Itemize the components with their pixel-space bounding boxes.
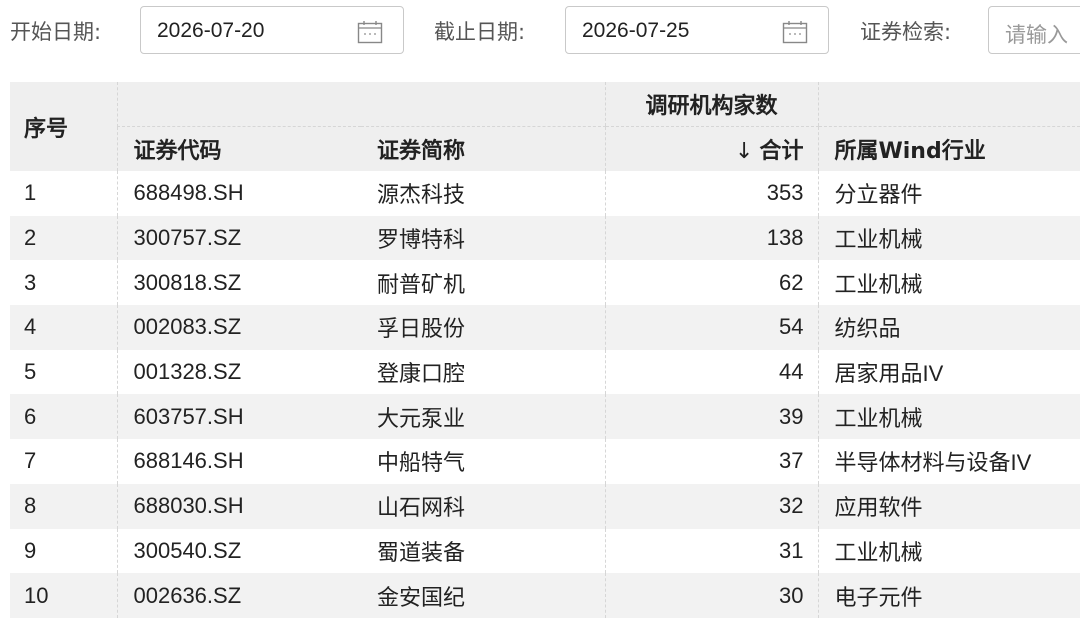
column-header-index[interactable]: 序号 (10, 82, 117, 171)
table-row[interactable]: 5 001328.SZ 登康口腔 44 居家用品IV (10, 349, 1080, 395)
institution-count: 62 (604, 260, 818, 306)
table-row[interactable]: 2 300757.SZ 罗博特科 138 工业机械 (10, 215, 1080, 261)
start-date-field[interactable]: 2026-07-20 (140, 6, 404, 54)
wind-industry: 工业机械 (817, 215, 1080, 261)
sort-desc-icon[interactable]: ↓ (735, 139, 753, 164)
security-name: 罗博特科 (361, 215, 605, 261)
row-index: 6 (10, 394, 117, 440)
row-index: 9 (24, 537, 37, 563)
security-name: 蜀道装备 (377, 539, 466, 565)
security-search-input[interactable]: 请输入 (988, 6, 1080, 54)
row-index: 10 (10, 573, 117, 618)
security-code: 002636.SZ (116, 573, 361, 618)
wind-industry: 居家用品IV (817, 349, 1080, 395)
institution-count: 39 (604, 394, 818, 440)
row-index: 1 (24, 180, 37, 206)
filter-bar: 开始日期: 2026-07-20 截止日期: 2026-07-25 证券检索: … (0, 0, 1080, 64)
end-date-label: 截止日期: (434, 20, 526, 44)
table-row[interactable]: 1 688498.SH 源杰科技 353 分立器件 (10, 171, 1080, 216)
table-row[interactable]: 9 300540.SZ 蜀道装备 31 工业机械 (10, 528, 1080, 574)
security-name: 山石网科 (361, 483, 605, 529)
security-code: 300757.SZ (116, 215, 361, 261)
row-index: 8 (10, 483, 117, 529)
security-name: 耐普矿机 (377, 271, 466, 297)
row-index: 2 (10, 215, 117, 261)
column-group-institutions: 调研机构家数 (604, 82, 818, 127)
security-code: 688146.SH (116, 439, 361, 484)
table-row[interactable]: 7 688146.SH 中船特气 37 半导体材料与设备IV (10, 439, 1080, 484)
security-name: 中船特气 (377, 450, 466, 476)
security-name: 大元泵业 (361, 394, 605, 440)
security-name: 源杰科技 (377, 182, 466, 208)
wind-industry: 纺织品 (817, 305, 1080, 350)
row-index: 5 (24, 359, 37, 385)
security-name: 孚日股份 (361, 305, 605, 350)
search-placeholder: 请输入 (1005, 23, 1068, 47)
column-header-total[interactable]: ↓ 合计 (604, 126, 818, 171)
security-name: 登康口腔 (377, 361, 466, 387)
search-label: 证券检索: (860, 20, 952, 44)
end-date-value: 2026-07-25 (582, 19, 690, 42)
security-code: 603757.SH (116, 394, 361, 440)
survey-table: 序号 调研机构家数 证券代码 证券简称 ↓ 合计 所属Wind行业 1 688498… (10, 82, 1080, 618)
row-index: 3 (24, 269, 37, 295)
table-row[interactable]: 6 603757.SH 大元泵业 39 工业机械 (10, 394, 1080, 440)
security-code: 001328.SZ (116, 349, 361, 395)
row-index: 7 (24, 448, 37, 474)
start-date-label: 开始日期: (10, 20, 102, 44)
wind-industry: 半导体材料与设备IV (817, 439, 1080, 484)
table-row[interactable]: 8 688030.SH 山石网科 32 应用软件 (10, 483, 1080, 529)
header-group-blank (116, 82, 605, 127)
institution-count: 32 (604, 483, 818, 529)
security-code: 688498.SH (116, 171, 361, 216)
wind-industry: 分立器件 (817, 171, 1080, 216)
start-date-value: 2026-07-20 (157, 19, 265, 42)
security-code: 300540.SZ (116, 528, 361, 574)
institution-count: 30 (604, 573, 818, 618)
column-header-total-label: 合计 (759, 139, 804, 164)
column-header-industry[interactable]: 所属Wind行业 (817, 126, 1080, 171)
wind-industry: 工业机械 (817, 528, 1080, 574)
institution-count: 353 (604, 171, 818, 216)
security-name: 金安国纪 (361, 573, 605, 618)
wind-industry: 电子元件 (817, 573, 1080, 618)
table-row[interactable]: 4 002083.SZ 孚日股份 54 纺织品 (10, 305, 1080, 350)
security-code: 002083.SZ (116, 305, 361, 350)
header-group-blank (817, 82, 1080, 127)
calendar-icon[interactable] (357, 20, 383, 44)
row-index: 4 (10, 305, 117, 350)
security-code: 300818.SZ (116, 260, 361, 306)
calendar-icon[interactable] (782, 20, 808, 44)
column-header-name[interactable]: 证券简称 (361, 126, 605, 171)
institution-count: 44 (604, 349, 818, 395)
institution-count: 31 (604, 528, 818, 574)
institution-count: 54 (604, 305, 818, 350)
wind-industry: 应用软件 (817, 483, 1080, 529)
table-row[interactable]: 10 002636.SZ 金安国纪 30 电子元件 (10, 573, 1080, 618)
wind-industry: 工业机械 (817, 394, 1080, 440)
column-header-code[interactable]: 证券代码 (116, 126, 361, 171)
institution-count: 138 (604, 215, 818, 261)
institution-count: 37 (604, 439, 818, 484)
security-code: 688030.SH (116, 483, 361, 529)
end-date-field[interactable]: 2026-07-25 (565, 6, 829, 54)
table-row[interactable]: 3 300818.SZ 耐普矿机 62 工业机械 (10, 260, 1080, 306)
wind-industry: 工业机械 (817, 260, 1080, 306)
